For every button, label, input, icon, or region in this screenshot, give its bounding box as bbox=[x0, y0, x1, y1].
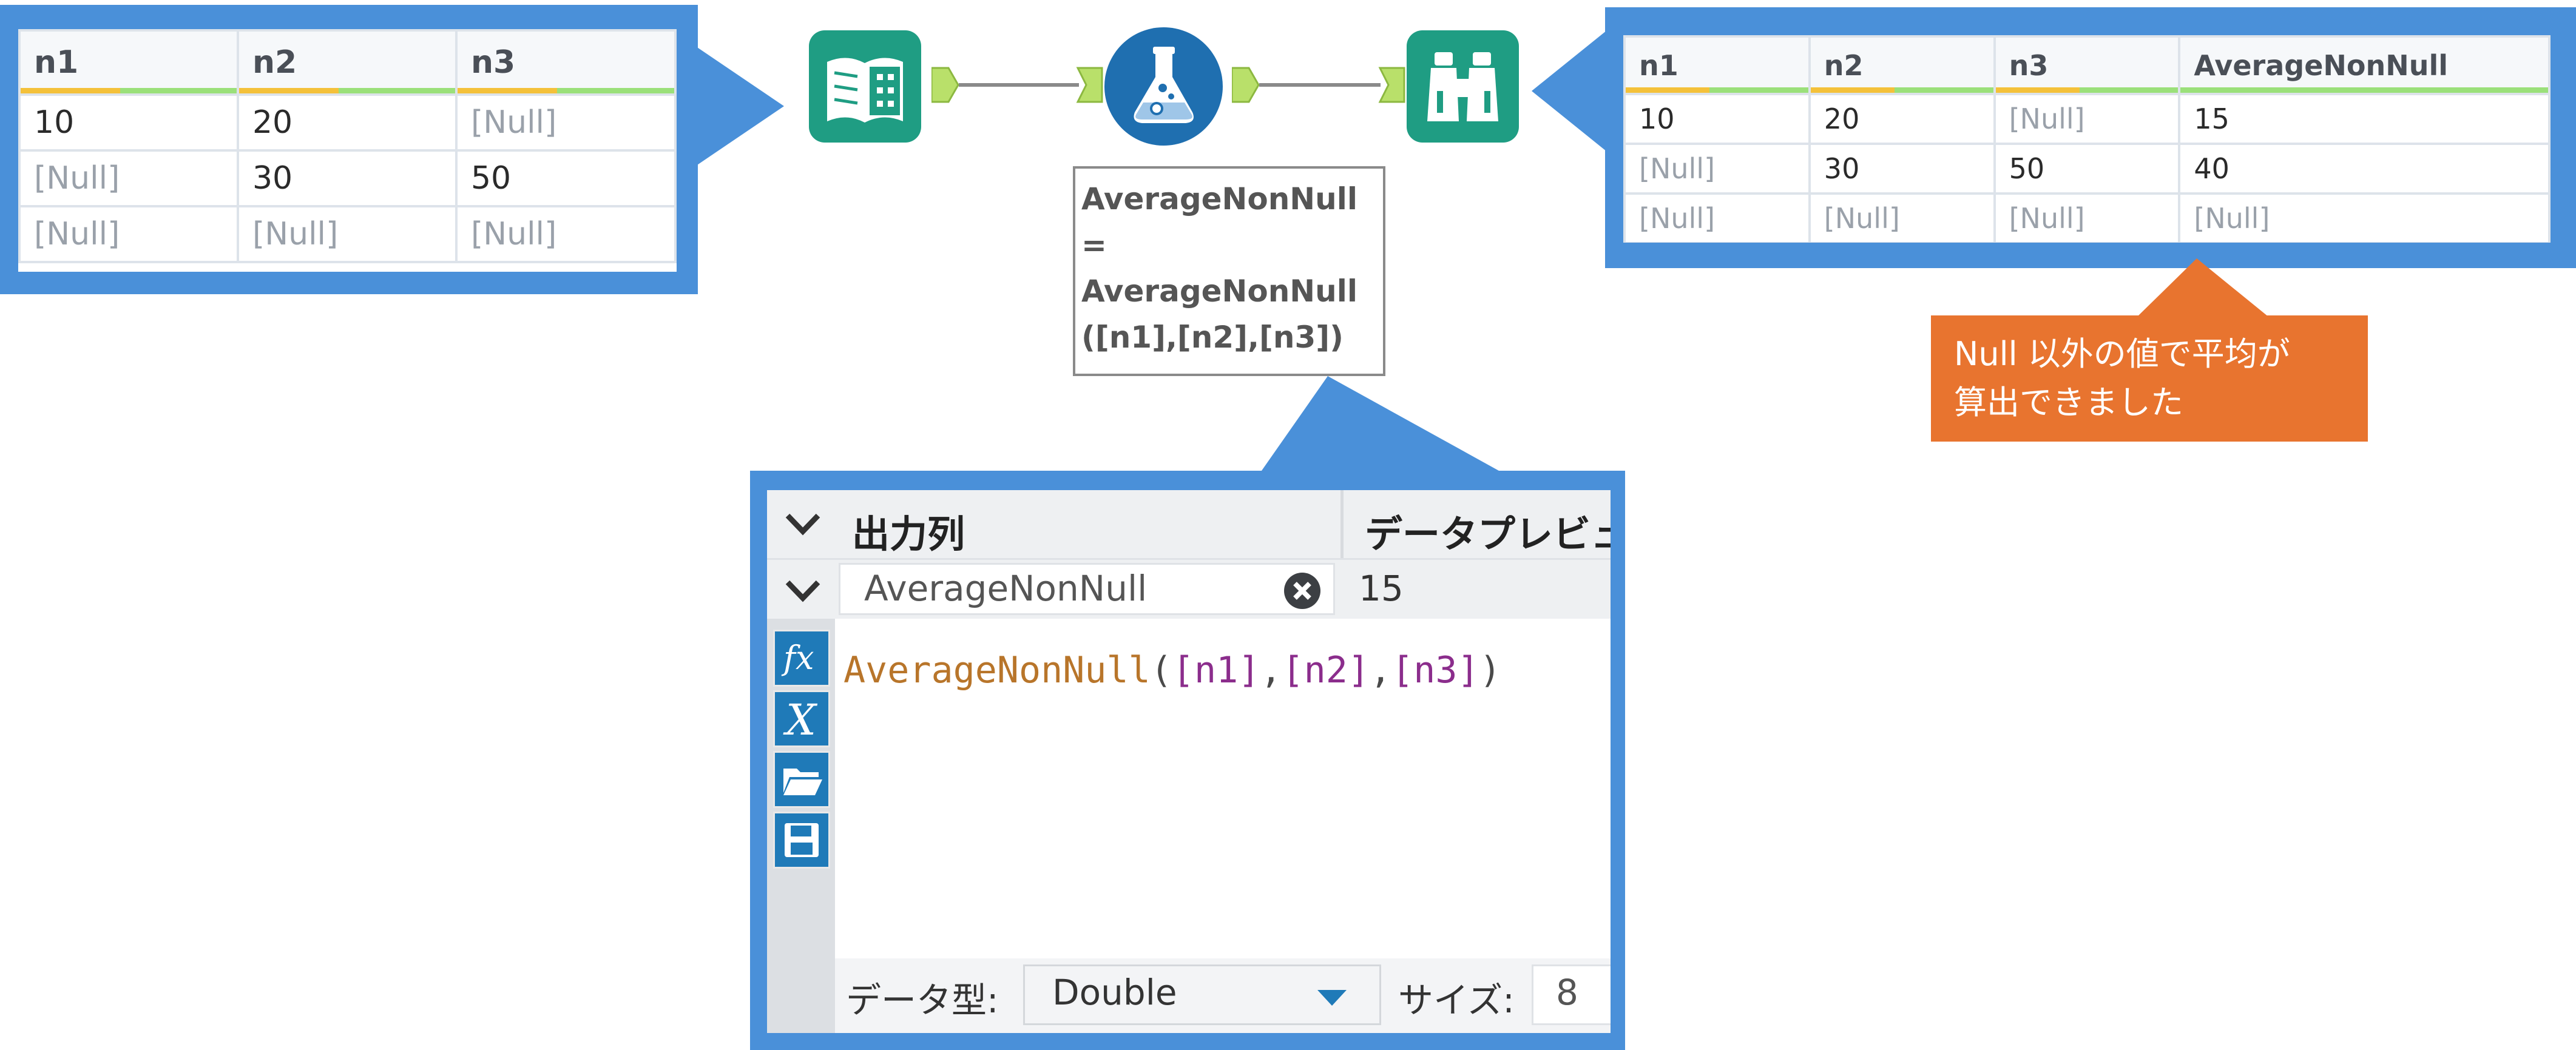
comma-token: , bbox=[1369, 649, 1392, 692]
column-header[interactable]: n3 bbox=[455, 29, 677, 96]
table-cell: 15 bbox=[2178, 93, 2551, 145]
folder-open-icon bbox=[783, 769, 822, 795]
table-cell: [Null] bbox=[1623, 192, 1811, 243]
table-row: [Null] [Null] [Null] [Null] bbox=[1623, 192, 2551, 243]
column-header[interactable]: n2 bbox=[236, 29, 458, 96]
input-preview-panel: n1 n2 n3 10 20 [Null] [Null] 30 50 [Null… bbox=[18, 29, 677, 272]
fx-icon: fx bbox=[781, 639, 814, 677]
callout-line: Null 以外の値で平均が bbox=[1954, 335, 2290, 373]
column-header[interactable]: n1 bbox=[18, 29, 239, 96]
dropdown-arrow-icon[interactable] bbox=[1316, 989, 1348, 1007]
output-field-name: AverageNonNull bbox=[864, 568, 1148, 609]
svg-text:fx: fx bbox=[781, 639, 814, 677]
annotation-line: AverageNonNull bbox=[1081, 274, 1358, 309]
column-header[interactable]: AverageNonNull bbox=[2178, 35, 2551, 95]
input-data-table: n1 n2 n3 10 20 [Null] [Null] 30 50 [Null… bbox=[18, 29, 677, 263]
comma-token: , bbox=[1260, 649, 1282, 692]
book-icon bbox=[827, 58, 903, 123]
result-callout: Null 以外の値で平均が 算出できました bbox=[1931, 315, 2368, 442]
table-row: [Null] [Null] [Null] bbox=[18, 205, 677, 263]
table-cell: [Null] bbox=[2178, 192, 2551, 243]
table-row: [Null] 30 50 40 bbox=[1623, 143, 2551, 195]
expression-text[interactable]: AverageNonNull([n1],[n2],[n3]) bbox=[843, 649, 1501, 692]
table-cell: 50 bbox=[455, 149, 677, 207]
table-row: [Null] 30 50 bbox=[18, 149, 677, 207]
function-token: AverageNonNull bbox=[843, 649, 1151, 692]
table-cell: [Null] bbox=[18, 149, 239, 207]
output-column-header: 出力列 bbox=[852, 512, 965, 556]
field-token: [n3] bbox=[1391, 649, 1479, 692]
paren-token: ( bbox=[1150, 649, 1172, 692]
table-row: 10 20 [Null] 15 bbox=[1623, 93, 2551, 145]
table-cell: 10 bbox=[1623, 93, 1811, 145]
fx-button[interactable]: fx bbox=[773, 630, 830, 687]
column-header[interactable]: n1 bbox=[1623, 35, 1811, 95]
input-anchor[interactable] bbox=[1378, 66, 1407, 104]
formula-editor-panel: 出力列 データプレビュー AverageNonNull 15 fx X bbox=[767, 490, 1611, 1033]
annotation-line: AverageNonNull bbox=[1081, 181, 1358, 217]
table-cell: [Null] bbox=[1993, 93, 2181, 145]
open-expression-button[interactable] bbox=[773, 751, 830, 808]
table-cell: 50 bbox=[1993, 143, 2181, 195]
table-cell: 30 bbox=[1808, 143, 1996, 195]
input-anchor[interactable] bbox=[1075, 66, 1104, 104]
table-cell: [Null] bbox=[1623, 143, 1811, 195]
annotation-line: = bbox=[1081, 227, 1107, 263]
input-frame-pointer bbox=[692, 44, 784, 169]
header-divider bbox=[1340, 490, 1344, 558]
output-preview-panel: n1 n2 n3 AverageNonNull 10 20 [Null] 15 … bbox=[1623, 35, 2551, 243]
chevron-down-icon[interactable] bbox=[784, 579, 822, 603]
clear-icon[interactable] bbox=[1283, 571, 1322, 610]
table-cell: [Null] bbox=[1993, 192, 2181, 243]
datatype-value: Double bbox=[1052, 972, 1177, 1013]
output-frame-pointer bbox=[1532, 30, 1607, 152]
table-cell: [Null] bbox=[236, 205, 458, 263]
table-cell: [Null] bbox=[1808, 192, 1996, 243]
variable-button[interactable]: X bbox=[773, 690, 830, 747]
output-data-table: n1 n2 n3 AverageNonNull 10 20 [Null] 15 … bbox=[1623, 35, 2551, 243]
formula-tool[interactable] bbox=[1104, 27, 1223, 146]
size-label: サイズ: bbox=[1398, 980, 1515, 1021]
table-cell: [Null] bbox=[455, 93, 677, 152]
browse-tool[interactable] bbox=[1407, 30, 1519, 143]
table-cell: 40 bbox=[2178, 143, 2551, 195]
table-cell: 10 bbox=[18, 93, 239, 152]
input-data-tool[interactable] bbox=[809, 30, 921, 143]
binoculars-icon bbox=[1427, 52, 1498, 121]
chevron-down-icon[interactable] bbox=[784, 512, 822, 536]
table-cell: [Null] bbox=[18, 205, 239, 263]
callout-line: 算出できました bbox=[1954, 383, 2183, 422]
table-cell: 20 bbox=[236, 93, 458, 152]
table-cell: 20 bbox=[1808, 93, 1996, 145]
table-cell: 30 bbox=[236, 149, 458, 207]
flask-icon bbox=[1134, 47, 1194, 123]
table-row: 10 20 [Null] bbox=[18, 93, 677, 152]
datatype-label: データ型: bbox=[846, 980, 999, 1021]
column-header[interactable]: n2 bbox=[1808, 35, 1996, 95]
formula-annotation: AverageNonNull = AverageNonNull ([n1],[n… bbox=[1073, 166, 1385, 376]
connection-line[interactable] bbox=[959, 83, 1079, 87]
annotation-line: ([n1],[n2],[n3]) bbox=[1081, 320, 1344, 355]
editor-frame-pointer bbox=[1257, 376, 1510, 477]
data-preview-header: データプレビュー bbox=[1365, 512, 1611, 556]
table-cell: [Null] bbox=[455, 205, 677, 263]
preview-value: 15 bbox=[1359, 568, 1404, 609]
output-anchor[interactable] bbox=[1232, 66, 1261, 104]
field-token: [n1] bbox=[1172, 649, 1260, 692]
field-token: [n2] bbox=[1282, 649, 1370, 692]
column-header[interactable]: n3 bbox=[1993, 35, 2181, 95]
output-anchor[interactable] bbox=[931, 66, 961, 104]
save-icon bbox=[785, 823, 819, 857]
paren-token: ) bbox=[1479, 649, 1501, 692]
callout-pointer bbox=[2137, 258, 2268, 317]
variable-icon: X bbox=[783, 695, 818, 745]
svg-text:X: X bbox=[783, 695, 818, 745]
size-value: 8 bbox=[1556, 972, 1578, 1013]
connection-line[interactable] bbox=[1259, 83, 1381, 87]
save-expression-button[interactable] bbox=[773, 812, 830, 869]
